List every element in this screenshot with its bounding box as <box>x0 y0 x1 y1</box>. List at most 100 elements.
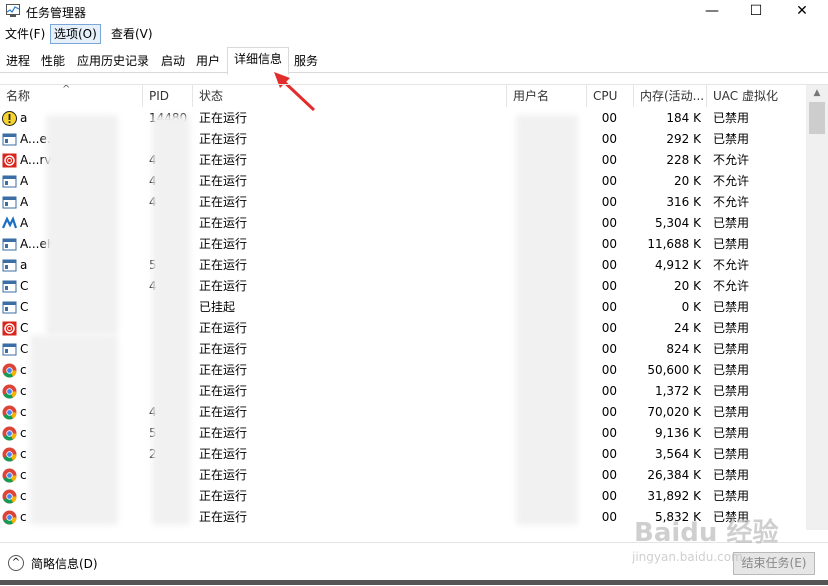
cell-status: 正在运行 <box>199 528 499 530</box>
table-row[interactable]: C 正在运行 00 824 K 已禁用 <box>0 339 806 360</box>
table-row[interactable]: c5正在运行009,136 K已禁用 <box>0 423 806 444</box>
table-row[interactable]: ChsIME.exe 8452 正在运行... 00...... <box>0 528 806 530</box>
column-header-uac[interactable]: UAC 虚拟化 <box>707 85 806 107</box>
cell-cpu: 00 <box>601 132 617 146</box>
cell-cpu: 00 <box>601 489 617 503</box>
table-row[interactable]: a14480正在运行00184 K已禁用 <box>0 108 806 129</box>
cell-status: 正在运行 <box>199 405 248 419</box>
warning-icon <box>2 111 17 126</box>
cell-status: 正在运行 <box>199 363 248 377</box>
chrome-icon <box>2 447 17 462</box>
app-window-icon <box>2 279 17 294</box>
scroll-up-arrow-icon[interactable]: ▲ <box>806 85 828 101</box>
app-window-icon <box>2 132 17 147</box>
cell-uac: 已禁用 <box>713 489 750 503</box>
cell-mem: 20 K <box>674 279 701 293</box>
column-header-memory[interactable]: 内存(活动... <box>634 85 707 107</box>
chrome-icon <box>2 363 17 378</box>
cell-uac: 已禁用 <box>713 216 750 230</box>
chrome-icon <box>2 510 17 525</box>
window-title: 任务管理器 <box>26 6 87 20</box>
cell-mem: 31,892 K <box>647 489 701 503</box>
cell-status: 正在运行 <box>199 111 248 125</box>
cell-status: 正在运行 <box>199 426 248 440</box>
table-row[interactable]: A...e... 正在运行 00 292 K 已禁用 <box>0 129 806 150</box>
cell-uac: 不允许 <box>713 279 750 293</box>
column-header-status[interactable]: 状态 <box>193 85 507 107</box>
task-manager-icon <box>6 4 20 17</box>
column-header-cpu[interactable]: CPU <box>587 85 634 107</box>
table-row[interactable]: A 正在运行 00 5,304 K 已禁用 <box>0 213 806 234</box>
cell-mem: 70,020 K <box>647 405 701 419</box>
table-row[interactable]: c 正在运行 00 50,600 K 已禁用 <box>0 360 806 381</box>
cell-mem: 24 K <box>674 321 701 335</box>
redaction-blur <box>516 115 578 525</box>
close-button[interactable]: ✕ <box>780 0 824 22</box>
cell-status: 正在运行 <box>199 468 248 482</box>
minimize-button[interactable]: — <box>690 0 734 22</box>
cell-cpu: 00 <box>601 216 617 230</box>
menu-view[interactable]: 查看(V) <box>108 25 156 43</box>
cell-uac: 已禁用 <box>713 405 750 419</box>
tab-services[interactable]: 服务 <box>290 50 322 72</box>
cell-uac: 已禁用 <box>713 384 750 398</box>
cell-mem: 11,688 K <box>647 237 701 251</box>
cell-status: 正在运行 <box>199 132 248 146</box>
column-header-username[interactable]: 用户名 <box>507 85 587 107</box>
menu-file[interactable]: 文件(F) <box>2 25 48 43</box>
taskbar-edge <box>0 580 828 585</box>
table-row[interactable]: A4正在运行00316 K不允许 <box>0 192 806 213</box>
tab-app-history[interactable]: 应用历史记录 <box>72 50 154 72</box>
cell-cpu: 00 <box>601 174 617 188</box>
redaction-blur <box>152 115 190 525</box>
table-row[interactable]: A4正在运行0020 K不允许 <box>0 171 806 192</box>
cell-status: 正在运行 <box>199 342 248 356</box>
app-window-icon <box>2 258 17 273</box>
cell-pid: 8452 <box>149 528 191 530</box>
cell-mem: 5,832 K <box>654 510 701 524</box>
vertical-scrollbar[interactable]: ▲ <box>806 85 828 530</box>
cell-cpu: 00 <box>601 363 617 377</box>
column-header-name[interactable]: 名称 ^ <box>0 85 143 107</box>
table-header: 名称 ^ PID 状态 用户名 CPU 内存(活动... UAC 虚拟化 <box>0 85 806 107</box>
tab-startup[interactable]: 启动 <box>157 50 189 72</box>
table-row[interactable]: C 已挂起 00 0 K 已禁用 <box>0 297 806 318</box>
table-row[interactable]: c4正在运行0070,020 K已禁用 <box>0 402 806 423</box>
tab-processes[interactable]: 进程 <box>2 50 34 72</box>
cell-cpu: 00 <box>601 447 617 461</box>
sort-ascending-icon: ^ <box>62 84 71 95</box>
table-row[interactable]: c 正在运行 00 31,892 K 已禁用 <box>0 486 806 507</box>
cell-mem: 1,372 K <box>654 384 701 398</box>
end-task-button[interactable]: 结束任务(E) <box>733 552 815 575</box>
table-row[interactable]: C4正在运行0020 K不允许 <box>0 276 806 297</box>
maximize-button[interactable]: ☐ <box>734 0 778 22</box>
cell-mem: 0 K <box>681 300 701 314</box>
cell-mem: ... <box>634 528 701 530</box>
table-row[interactable]: C 正在运行 00 24 K 已禁用 <box>0 318 806 339</box>
table-row[interactable]: c 正在运行 00 26,384 K 已禁用 <box>0 465 806 486</box>
tab-performance[interactable]: 性能 <box>37 50 69 72</box>
tab-strip: 进程 性能 应用历史记录 启动 用户 详细信息 服务 <box>0 46 828 75</box>
column-header-pid[interactable]: PID <box>143 85 193 107</box>
table-row[interactable]: c 正在运行 00 5,832 K 已禁用 <box>0 507 806 528</box>
app-window-icon <box>2 237 17 252</box>
cell-uac: 不允许 <box>713 174 750 188</box>
table-row[interactable]: a5正在运行004,912 K不允许 <box>0 255 806 276</box>
cell-cpu: 00 <box>601 279 617 293</box>
app-window-icon <box>2 300 17 315</box>
menu-options[interactable]: 选项(O) <box>50 24 101 44</box>
table-row[interactable]: A...rvi...4正在运行00228 K不允许 <box>0 150 806 171</box>
chrome-icon <box>2 405 17 420</box>
cell-mem: 3,564 K <box>654 447 701 461</box>
tab-users[interactable]: 用户 <box>192 50 224 72</box>
cell-status: 正在运行 <box>199 489 248 503</box>
table-row[interactable]: c 正在运行 00 1,372 K 已禁用 <box>0 381 806 402</box>
cell-uac: 已禁用 <box>713 426 750 440</box>
cell-uac: 已禁用 <box>713 342 750 356</box>
table-row[interactable]: c2正在运行003,564 K已禁用 <box>0 444 806 465</box>
chrome-icon <box>2 489 17 504</box>
table-row[interactable]: A...eH... 正在运行 00 11,688 K 已禁用 <box>0 234 806 255</box>
scroll-thumb[interactable] <box>809 102 825 134</box>
column-header-label: 名称 <box>6 89 31 103</box>
cell-uac: 已禁用 <box>713 510 750 524</box>
